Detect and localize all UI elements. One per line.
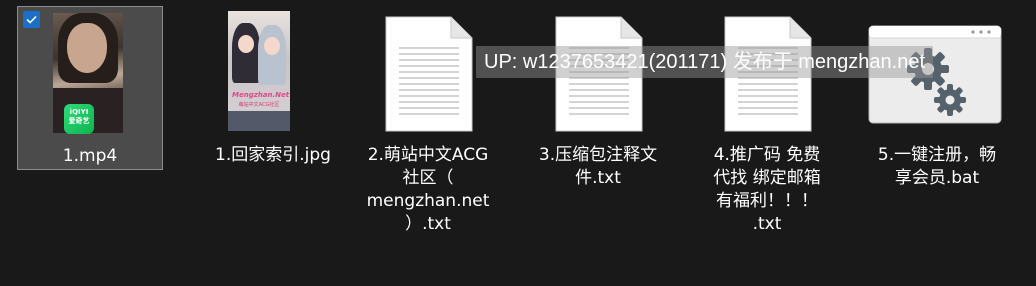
file-item-mp4[interactable]: iQIYI 爱奇艺 1.mp4	[17, 6, 163, 170]
file-item-txt-2[interactable]: 3.压缩包注释文 件.txt	[525, 6, 671, 188]
thumbnail-title: Mengzhan.Net	[232, 91, 290, 99]
watermark-overlay: UP: w1237653421(201171) 发布于 mengzhan.net	[476, 46, 934, 78]
file-item-txt-1[interactable]: 2.萌站中文ACG 社区（ mengzhan.net ）.txt	[355, 6, 501, 234]
iqiyi-badge-label: iQIYI 爱奇艺	[68, 108, 90, 125]
file-item-jpg[interactable]: Mengzhan.Net 萌站中文ACG社区 1.回家索引.jpg	[200, 6, 346, 170]
image-thumbnail: Mengzhan.Net 萌站中文ACG社区	[228, 11, 290, 131]
checkmark-icon	[26, 15, 37, 24]
checkbox[interactable]	[23, 11, 40, 28]
text-document-icon	[385, 16, 473, 132]
file-item-bat[interactable]: 5.一键注册，畅 享会员.bat	[864, 6, 1010, 188]
file-name: 5.一键注册，畅 享会员.bat	[877, 145, 997, 188]
file-name: 1.mp4	[62, 146, 118, 166]
file-name: 1.回家索引.jpg	[215, 145, 331, 165]
thumbnail-subtitle: 萌站中文ACG社区	[238, 102, 280, 108]
file-name: 4.推广码 免费 代找 绑定邮箱 有福利！！！ .txt	[713, 145, 821, 234]
file-name: 3.压缩包注释文 件.txt	[538, 145, 658, 188]
file-name: 2.萌站中文ACG 社区（ mengzhan.net ）.txt	[366, 145, 490, 234]
file-item-txt-3[interactable]: 4.推广码 免费 代找 绑定邮箱 有福利！！！ .txt	[694, 6, 840, 234]
iqiyi-logo-icon: iQIYI 爱奇艺	[64, 104, 94, 134]
